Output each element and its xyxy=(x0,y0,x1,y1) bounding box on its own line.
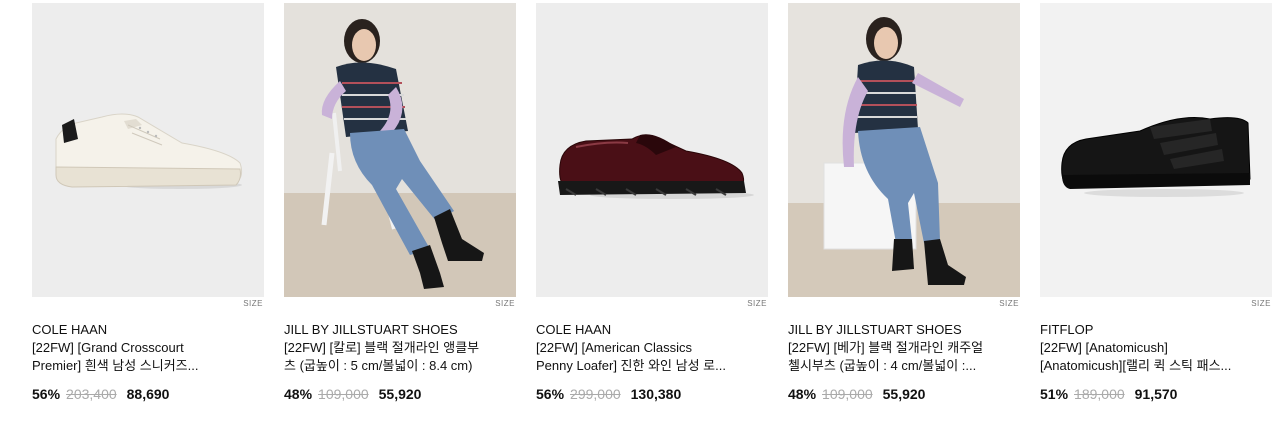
product-brand[interactable]: FITFLOP xyxy=(1040,321,1272,339)
product-name-line2: Penny Loafer] 진한 와인 남성 로... xyxy=(536,358,726,373)
price-row: 51% 189,000 91,570 xyxy=(1040,386,1272,402)
discount-rate: 48% xyxy=(284,386,313,402)
product-name-line1: [22FW] [베가] 블랙 절개라인 캐주얼 xyxy=(788,340,984,355)
product-name-line2: [Anatomicush][랠리 퀵 스틱 패스... xyxy=(1040,358,1232,373)
model-ankle-boots-image xyxy=(284,3,516,297)
original-price: 203,400 xyxy=(66,386,117,402)
size-label: SIZE xyxy=(1251,299,1271,308)
product-name[interactable]: [22FW] [American Classics Penny Loafer] … xyxy=(536,339,768,375)
product-card[interactable]: SIZE COLE HAAN [22FW] [Grand Crosscourt … xyxy=(32,3,264,402)
size-label: SIZE xyxy=(999,299,1019,308)
sale-price: 55,920 xyxy=(882,386,926,402)
price-row: 48% 109,000 55,920 xyxy=(788,386,1020,402)
sale-price: 130,380 xyxy=(630,386,682,402)
product-name-line1: [22FW] [Grand Crosscourt xyxy=(32,340,184,355)
model-chelsea-boots-image xyxy=(788,3,1020,297)
product-brand[interactable]: JILL BY JILLSTUART SHOES xyxy=(788,321,1020,339)
original-price: 109,000 xyxy=(822,386,873,402)
product-name[interactable]: [22FW] [베가] 블랙 절개라인 캐주얼 첼시부츠 (굽높이 : 4 cm… xyxy=(788,339,1020,375)
size-label: SIZE xyxy=(495,299,515,308)
product-name[interactable]: [22FW] [Grand Crosscourt Premier] 흰색 남성 … xyxy=(32,339,264,375)
original-price: 189,000 xyxy=(1074,386,1125,402)
product-name-line2: 츠 (굽높이 : 5 cm/볼넓이 : 8.4 cm) xyxy=(284,358,473,373)
product-name-line1: [22FW] [Anatomicush] xyxy=(1040,340,1168,355)
product-image-model-ankle-boots[interactable] xyxy=(284,3,516,297)
original-price: 299,000 xyxy=(570,386,621,402)
product-card[interactable]: SIZE JILL BY JILLSTUART SHOES [22FW] [베가… xyxy=(788,3,1020,402)
product-name[interactable]: [22FW] [칼로] 블랙 절개라인 앵클부 츠 (굽높이 : 5 cm/볼넓… xyxy=(284,339,516,375)
product-grid: SIZE COLE HAAN [22FW] [Grand Crosscourt … xyxy=(32,3,1272,402)
product-card[interactable]: SIZE FITFLOP [22FW] [Anatomicush] [Anato… xyxy=(1040,3,1272,402)
sale-price: 91,570 xyxy=(1134,386,1178,402)
price-row: 48% 109,000 55,920 xyxy=(284,386,516,402)
price-row: 56% 203,400 88,690 xyxy=(32,386,264,402)
product-name-line1: [22FW] [칼로] 블랙 절개라인 앵클부 xyxy=(284,340,480,355)
product-name-line2: Premier] 흰색 남성 스니커즈... xyxy=(32,358,199,373)
original-price: 109,000 xyxy=(318,386,369,402)
product-card[interactable]: SIZE COLE HAAN [22FW] [American Classics… xyxy=(536,3,768,402)
discount-rate: 48% xyxy=(788,386,817,402)
burgundy-loafer-image xyxy=(536,3,768,297)
price-row: 56% 299,000 130,380 xyxy=(536,386,768,402)
product-image-black-velcro-sneaker[interactable] xyxy=(1040,3,1272,297)
product-name[interactable]: [22FW] [Anatomicush] [Anatomicush][랠리 퀵 … xyxy=(1040,339,1272,375)
product-image-burgundy-loafer[interactable] xyxy=(536,3,768,297)
product-card[interactable]: SIZE JILL BY JILLSTUART SHOES [22FW] [칼로… xyxy=(284,3,516,402)
size-label: SIZE xyxy=(243,299,263,308)
sale-price: 55,920 xyxy=(378,386,422,402)
product-image-white-sneaker[interactable] xyxy=(32,3,264,297)
product-image-model-chelsea-boots[interactable] xyxy=(788,3,1020,297)
discount-rate: 56% xyxy=(32,386,61,402)
product-name-line2: 첼시부츠 (굽높이 : 4 cm/볼넓이 :... xyxy=(788,358,977,373)
discount-rate: 51% xyxy=(1040,386,1069,402)
black-velcro-sneaker-image xyxy=(1040,3,1272,297)
discount-rate: 56% xyxy=(536,386,565,402)
product-name-line1: [22FW] [American Classics xyxy=(536,340,693,355)
white-sneaker-image xyxy=(32,3,264,297)
sale-price: 88,690 xyxy=(126,386,170,402)
product-brand[interactable]: COLE HAAN xyxy=(536,321,768,339)
product-brand[interactable]: COLE HAAN xyxy=(32,321,264,339)
product-brand[interactable]: JILL BY JILLSTUART SHOES xyxy=(284,321,516,339)
size-label: SIZE xyxy=(747,299,767,308)
